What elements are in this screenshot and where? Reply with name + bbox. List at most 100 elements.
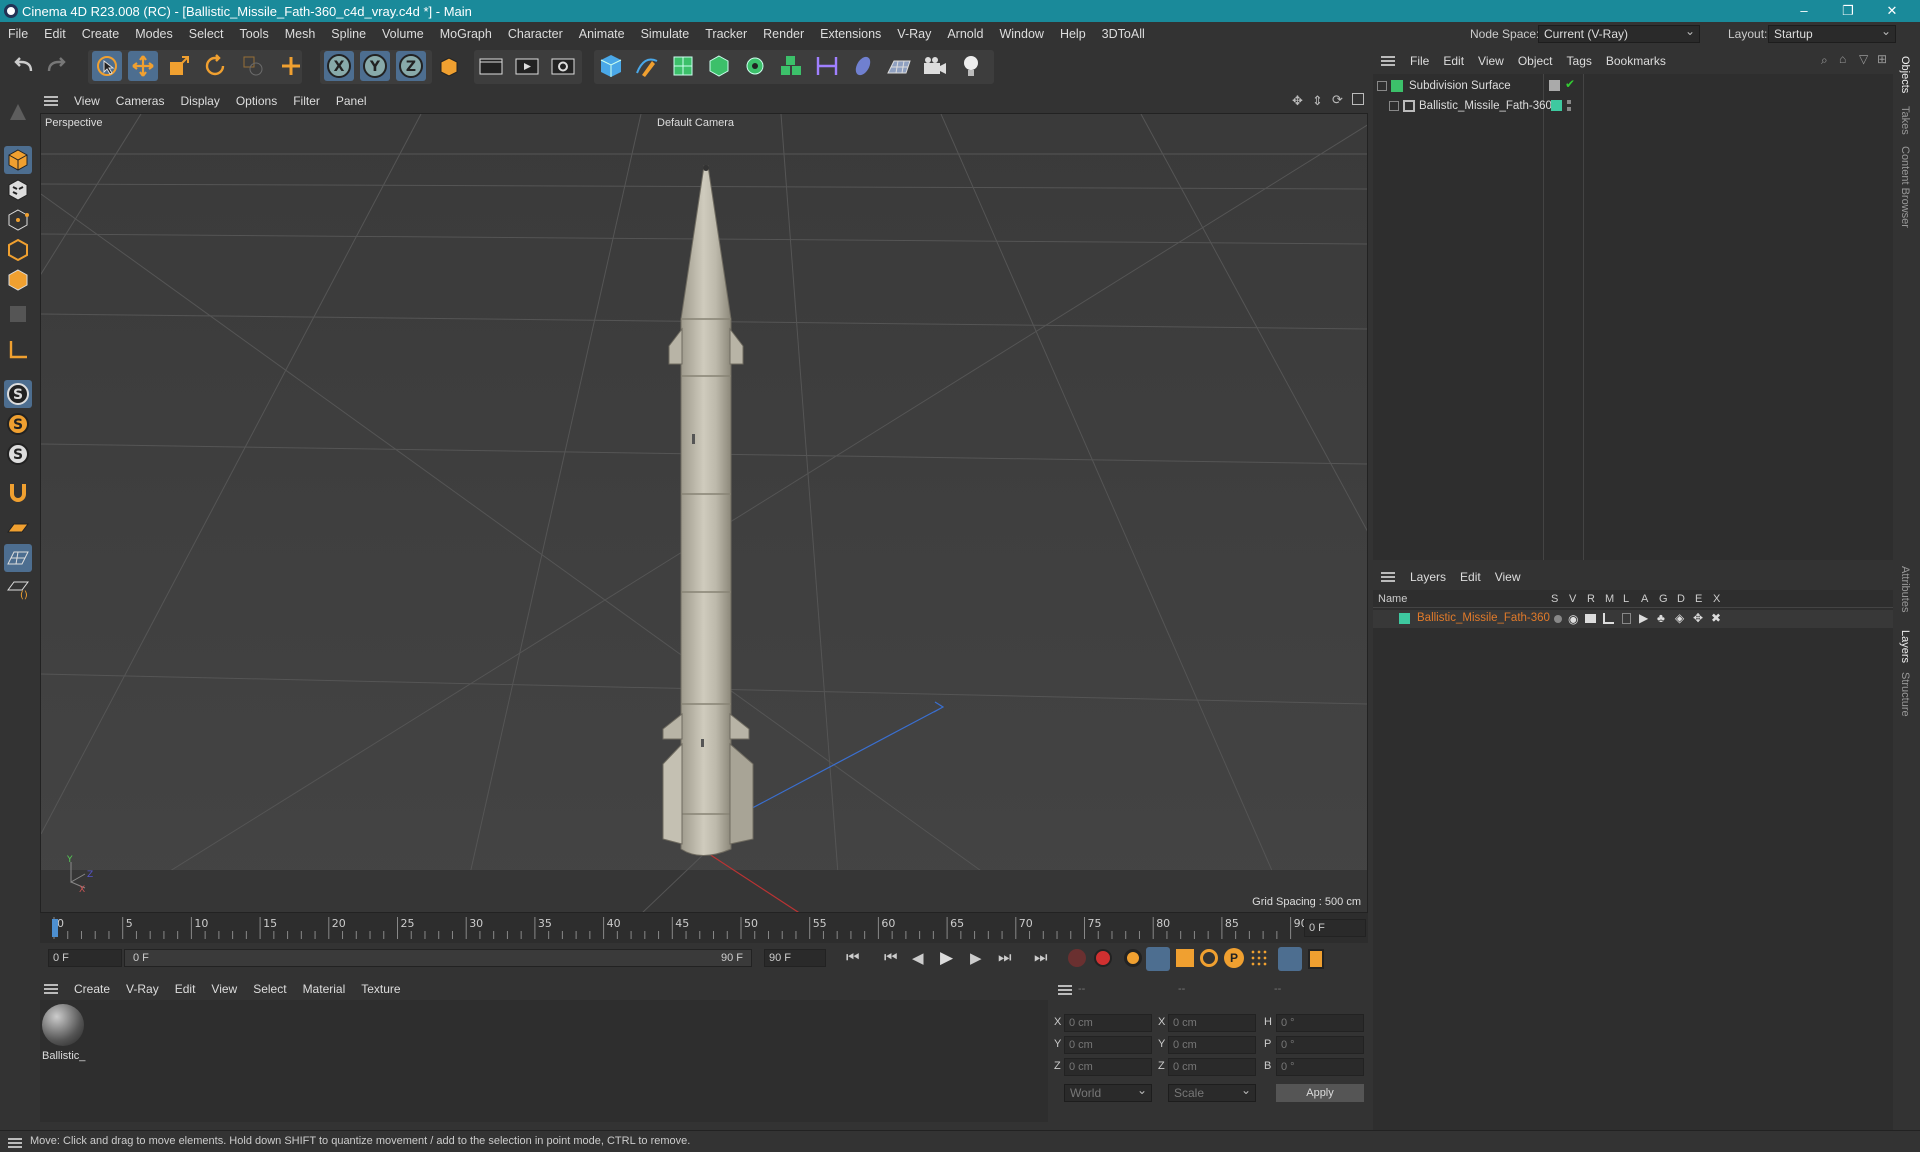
menu-tools[interactable]: Tools <box>232 27 277 41</box>
rotate-tool-icon[interactable] <box>200 51 230 81</box>
viewport-maximize-icon[interactable] <box>1352 93 1364 105</box>
tab-layers[interactable]: Layers <box>1899 630 1911 663</box>
expand-toggle-icon[interactable] <box>1377 81 1387 91</box>
layer-render-icon[interactable] <box>1585 614 1596 623</box>
object-home-icon[interactable]: ⌂ <box>1839 52 1846 66</box>
tab-objects[interactable]: Objects <box>1899 56 1911 93</box>
menu-edit[interactable]: Edit <box>36 27 74 41</box>
maximize-button[interactable]: ❐ <box>1828 0 1868 22</box>
layer-row[interactable]: Ballistic_Missile_Fath-360 ◉ ▶ ♣ ◈ ✥ ✖ <box>1373 610 1893 628</box>
cube-object-icon[interactable] <box>596 51 626 81</box>
object-menu-view[interactable]: View <box>1471 54 1511 68</box>
close-button[interactable]: ✕ <box>1872 0 1912 22</box>
scale-tool-icon[interactable] <box>164 51 194 81</box>
object-menu-bookmarks[interactable]: Bookmarks <box>1599 54 1673 68</box>
viewport-menu-panel[interactable]: Panel <box>328 94 375 108</box>
viewport-menu-cameras[interactable]: Cameras <box>108 94 173 108</box>
axis-mode-icon[interactable] <box>4 336 32 364</box>
light-object-icon[interactable] <box>956 51 986 81</box>
keyframe-selection-icon[interactable] <box>1124 949 1142 967</box>
material-menu-material[interactable]: Material <box>295 982 354 996</box>
layer-manager-icon[interactable] <box>1603 613 1614 624</box>
layer-menu-view[interactable]: View <box>1488 570 1528 584</box>
visibility-dots-icon[interactable] <box>1567 100 1571 111</box>
menu-mesh[interactable]: Mesh <box>277 27 324 41</box>
menu-arnold[interactable]: Arnold <box>939 27 991 41</box>
menu-3dtoall[interactable]: 3DToAll <box>1094 27 1153 41</box>
array-clones-icon[interactable] <box>776 51 806 81</box>
rot-b-field[interactable]: 0 ° <box>1276 1058 1364 1076</box>
viewport-rotate-icon[interactable]: ⟳ <box>1332 92 1343 108</box>
layer-color-swatch[interactable] <box>1551 100 1562 111</box>
pos-z-field[interactable]: 0 cm <box>1064 1058 1152 1076</box>
tab-structure[interactable]: Structure <box>1899 672 1911 717</box>
menu-modes[interactable]: Modes <box>127 27 181 41</box>
coordinate-system-icon[interactable] <box>434 51 464 81</box>
frame-range-slider[interactable]: 0 F 90 F <box>124 949 752 967</box>
size-y-field[interactable]: 0 cm <box>1168 1036 1256 1054</box>
move-tool-icon[interactable] <box>128 51 158 81</box>
material-menu-edit[interactable]: Edit <box>167 982 204 996</box>
timeline-ruler[interactable]: 0 5 10 15 20 25 30 35 40 45 50 55 60 65 70 75 80 85 90 0 F <box>40 913 1368 943</box>
layer-menu-edit[interactable]: Edit <box>1453 570 1488 584</box>
pen-spline-icon[interactable] <box>632 51 662 81</box>
material-menu-vray[interactable]: V-Ray <box>118 982 167 996</box>
undo-icon[interactable] <box>8 51 38 81</box>
go-to-end-icon[interactable]: ⏭ <box>1034 949 1048 966</box>
material-menu-create[interactable]: Create <box>66 982 118 996</box>
material-hamburger-icon[interactable] <box>44 984 58 994</box>
object-new-window-icon[interactable]: ⊞ <box>1877 52 1887 66</box>
workplane-snap-icon[interactable]: S <box>4 440 32 468</box>
uv-mode-icon[interactable] <box>4 300 32 328</box>
viewport-menu-display[interactable]: Display <box>172 94 227 108</box>
snap-enable-icon[interactable]: S <box>4 380 32 408</box>
layer-name[interactable]: Ballistic_Missile_Fath-360 <box>1417 612 1550 624</box>
viewport-menu-view[interactable]: View <box>66 94 108 108</box>
key-position-icon[interactable] <box>1146 947 1170 971</box>
play-icon[interactable]: ▶ <box>940 948 953 968</box>
layer-visible-eye-icon[interactable]: ◉ <box>1568 612 1578 626</box>
snap-settings-icon[interactable]: S <box>4 410 32 438</box>
current-frame-field[interactable]: 0 F <box>1304 919 1366 937</box>
z-axis-lock-button[interactable]: Z <box>396 51 426 81</box>
rot-h-field[interactable]: 0 ° <box>1276 1014 1364 1032</box>
layer-deformer-icon[interactable]: ◈ <box>1675 611 1684 625</box>
menu-create[interactable]: Create <box>74 27 128 41</box>
layer-color-swatch[interactable] <box>1399 613 1410 624</box>
polygon-mode-icon[interactable] <box>4 266 32 294</box>
material-menu-view[interactable]: View <box>203 982 245 996</box>
tab-attributes[interactable]: Attributes <box>1899 566 1911 612</box>
timeline-window-icon[interactable] <box>1308 949 1324 969</box>
bend-deformer-icon[interactable] <box>812 51 842 81</box>
expand-toggle-icon[interactable] <box>1389 101 1399 111</box>
tab-takes[interactable]: Takes <box>1899 106 1911 135</box>
object-menu-object[interactable]: Object <box>1511 54 1560 68</box>
layer-expression-icon[interactable]: ✥ <box>1693 611 1703 625</box>
menu-extensions[interactable]: Extensions <box>812 27 889 41</box>
object-menu-tags[interactable]: Tags <box>1560 54 1599 68</box>
menu-mograph[interactable]: MoGraph <box>432 27 500 41</box>
layout-dropdown[interactable]: Startup <box>1768 23 1896 43</box>
menu-select[interactable]: Select <box>181 27 232 41</box>
extrude-generator-icon[interactable] <box>704 51 734 81</box>
grid-plane-icon[interactable] <box>4 544 32 572</box>
menu-file[interactable]: File <box>0 27 36 41</box>
rot-p-field[interactable]: 0 ° <box>1276 1036 1364 1054</box>
render-view-icon[interactable] <box>476 51 506 81</box>
mograph-cloner-icon[interactable] <box>740 51 770 81</box>
viewport-menu-filter[interactable]: Filter <box>285 94 328 108</box>
recent-tool-icon[interactable] <box>238 51 268 81</box>
object-filter-icon[interactable]: ▽ <box>1859 52 1868 66</box>
live-selection-icon[interactable] <box>92 51 122 81</box>
apply-button[interactable]: Apply <box>1276 1084 1364 1102</box>
tab-content-browser[interactable]: Content Browser <box>1899 146 1911 228</box>
perspective-viewport[interactable]: Perspective Default Camera Grid Spacing … <box>40 113 1368 913</box>
key-pla-icon[interactable] <box>1250 949 1268 967</box>
viewport-hamburger-icon[interactable] <box>44 96 58 106</box>
end-frame-field[interactable]: 90 F <box>764 949 826 967</box>
tweak-mode-icon[interactable] <box>4 478 32 506</box>
menu-spline[interactable]: Spline <box>323 27 374 41</box>
menu-vray[interactable]: V-Ray <box>889 27 939 41</box>
viewport-move-icon[interactable]: ✥ <box>1292 93 1303 109</box>
point-mode-icon[interactable] <box>4 206 32 234</box>
